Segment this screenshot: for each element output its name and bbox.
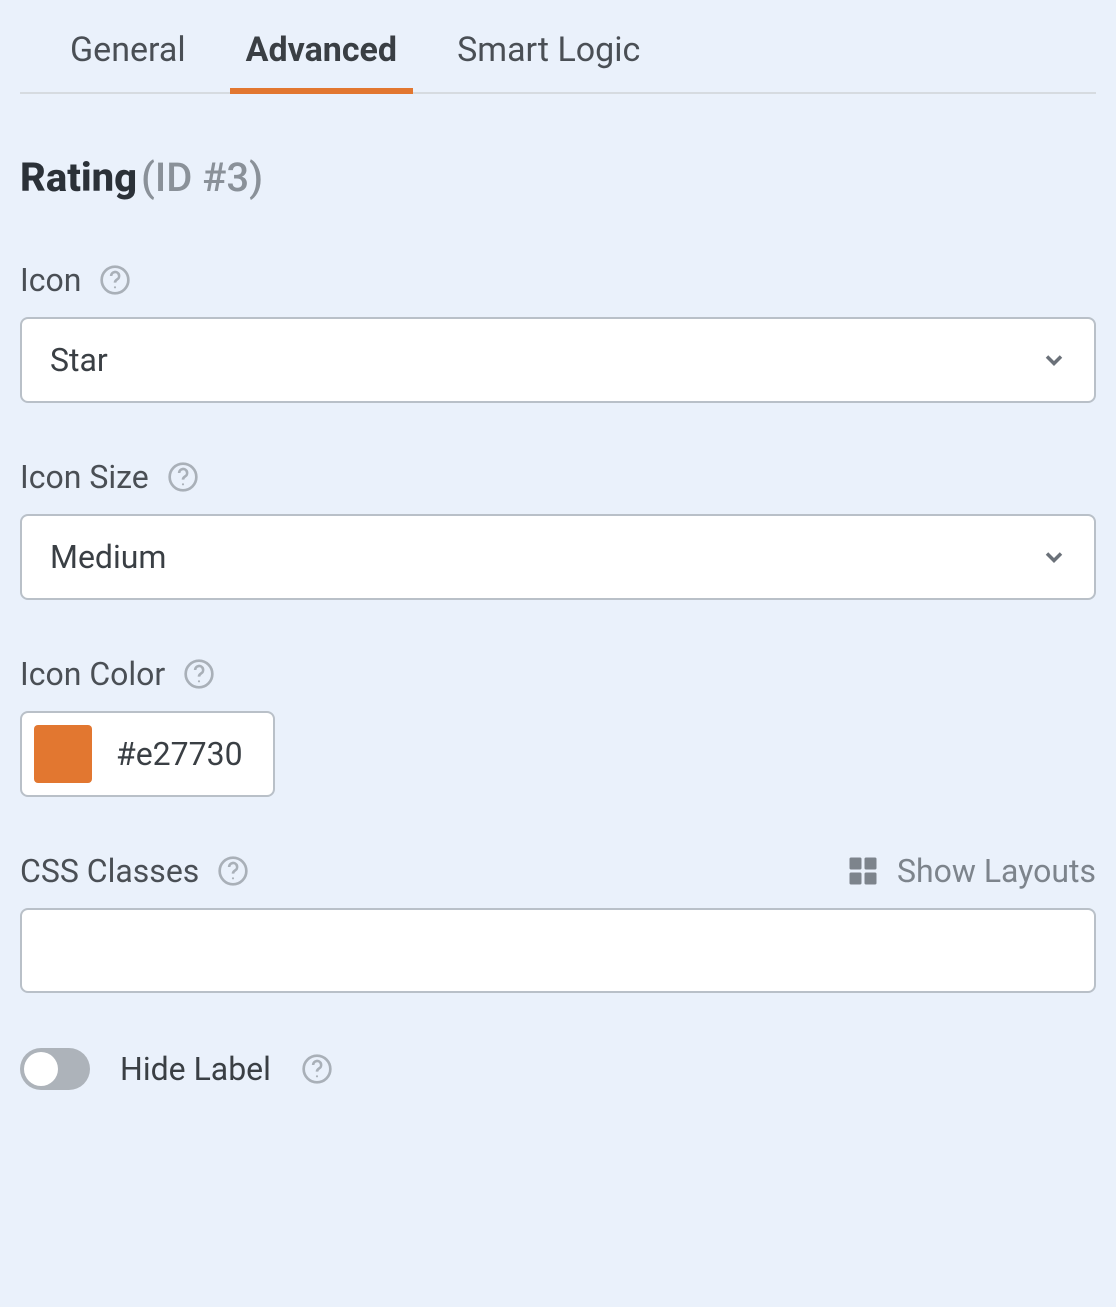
panel-content: Rating (ID #3) Icon Star Icon Size Mediu… bbox=[0, 94, 1116, 1090]
label-icon: Icon bbox=[20, 261, 81, 299]
input-css-classes[interactable] bbox=[20, 908, 1096, 993]
field-icon-size: Icon Size Medium bbox=[20, 458, 1096, 600]
grid-icon bbox=[845, 853, 881, 889]
field-icon: Icon Star bbox=[20, 261, 1096, 403]
color-swatch bbox=[34, 725, 92, 783]
color-picker[interactable]: #e27730 bbox=[20, 711, 275, 797]
toggle-hide-label[interactable] bbox=[20, 1048, 90, 1090]
select-icon-size-wrap: Medium bbox=[20, 514, 1096, 600]
tab-advanced[interactable]: Advanced bbox=[246, 30, 397, 92]
field-title-row: Rating (ID #3) bbox=[20, 154, 1096, 201]
field-hide-label: Hide Label bbox=[20, 1048, 1096, 1090]
show-layouts-label: Show Layouts bbox=[897, 852, 1096, 890]
label-css-classes: CSS Classes bbox=[20, 852, 199, 890]
field-title: Rating bbox=[20, 154, 137, 201]
select-icon[interactable]: Star bbox=[20, 317, 1096, 403]
help-icon[interactable] bbox=[183, 658, 215, 690]
color-value: #e27730 bbox=[116, 735, 243, 773]
tab-general[interactable]: General bbox=[70, 30, 186, 92]
help-icon[interactable] bbox=[301, 1053, 333, 1085]
tabs-nav: General Advanced Smart Logic bbox=[20, 0, 1096, 94]
label-icon-color: Icon Color bbox=[20, 655, 165, 693]
toggle-knob bbox=[24, 1052, 58, 1086]
field-css-classes: CSS Classes Show Layouts bbox=[20, 852, 1096, 993]
help-icon[interactable] bbox=[167, 461, 199, 493]
label-icon-size: Icon Size bbox=[20, 458, 149, 496]
field-icon-color: Icon Color #e27730 bbox=[20, 655, 1096, 797]
help-icon[interactable] bbox=[217, 855, 249, 887]
show-layouts-button[interactable]: Show Layouts bbox=[845, 852, 1096, 890]
select-icon-wrap: Star bbox=[20, 317, 1096, 403]
tab-smart-logic[interactable]: Smart Logic bbox=[457, 30, 640, 92]
select-icon-size[interactable]: Medium bbox=[20, 514, 1096, 600]
help-icon[interactable] bbox=[99, 264, 131, 296]
field-id-text: (ID #3) bbox=[141, 154, 263, 201]
label-hide-label: Hide Label bbox=[120, 1050, 271, 1088]
